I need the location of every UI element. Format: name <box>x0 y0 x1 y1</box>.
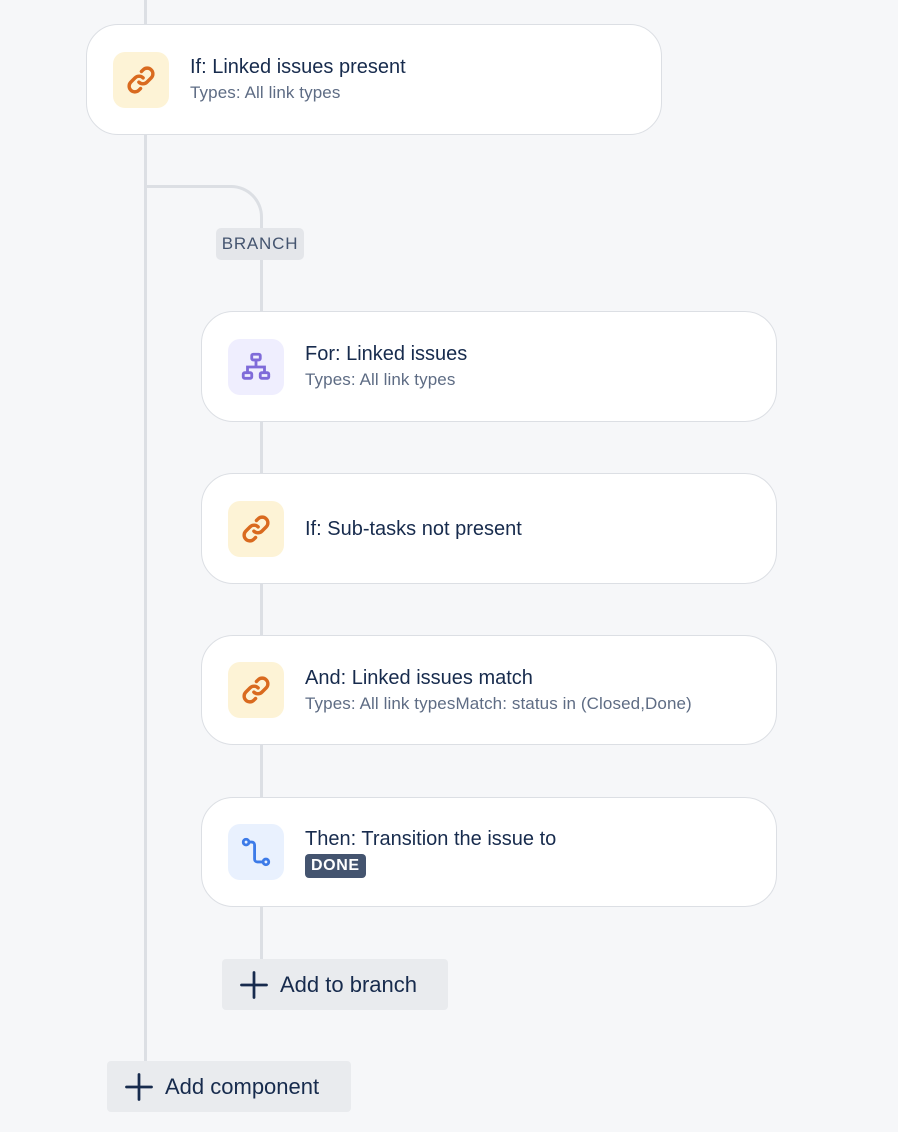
card-title: If: Linked issues present <box>190 56 406 78</box>
card-text: Then: Transition the issue to DONE <box>305 826 556 878</box>
plus-icon <box>238 969 270 1001</box>
link-icon <box>228 662 284 718</box>
add-component-button[interactable]: Add component <box>107 1061 351 1112</box>
branch-connector-line <box>260 905 263 961</box>
action-card-transition-issue[interactable]: Then: Transition the issue to DONE <box>201 797 777 907</box>
branch-connector-line <box>260 258 263 314</box>
main-connector-line <box>144 134 147 1064</box>
card-text: If: Linked issues present Types: All lin… <box>190 54 406 105</box>
card-text: For: Linked issues Types: All link types <box>305 341 467 392</box>
plus-icon <box>123 1071 155 1103</box>
main-connector-line <box>144 0 147 26</box>
branch-connector-line <box>260 743 263 799</box>
card-text: And: Linked issues match Types: All link… <box>305 665 692 716</box>
card-title: If: Sub-tasks not present <box>305 517 522 540</box>
condition-card-linked-issues-match[interactable]: And: Linked issues match Types: All link… <box>201 635 777 745</box>
transition-icon <box>228 824 284 880</box>
add-to-branch-button[interactable]: Add to branch <box>222 959 448 1010</box>
card-title: For: Linked issues <box>305 343 468 365</box>
card-title: Then: Transition the issue to <box>305 828 557 850</box>
link-icon <box>228 500 284 557</box>
branch-tag: BRANCH <box>216 228 304 260</box>
branch-card-for-linked-issues[interactable]: For: Linked issues Types: All link types <box>201 311 777 422</box>
hierarchy-icon <box>228 338 284 395</box>
status-lozenge: DONE <box>305 854 366 878</box>
card-subtitle: Types: All link typesMatch: status in (C… <box>305 693 692 713</box>
condition-card-linked-issues-present[interactable]: If: Linked issues present Types: All lin… <box>86 24 662 135</box>
card-subtitle: Types: All link types <box>190 83 341 102</box>
card-subtitle: Types: All link types <box>305 370 456 389</box>
branch-connector-line <box>260 420 263 476</box>
condition-card-subtasks-not-present[interactable]: If: Sub-tasks not present <box>201 473 777 584</box>
link-icon <box>113 51 169 108</box>
card-text: If: Sub-tasks not present <box>305 516 522 542</box>
branch-connector-line <box>260 582 263 638</box>
add-to-branch-label: Add to branch <box>280 971 417 997</box>
automation-rule-canvas: If: Linked issues present Types: All lin… <box>0 0 898 1132</box>
card-title: And: Linked issues match <box>305 666 533 689</box>
add-component-label: Add component <box>165 1073 320 1099</box>
